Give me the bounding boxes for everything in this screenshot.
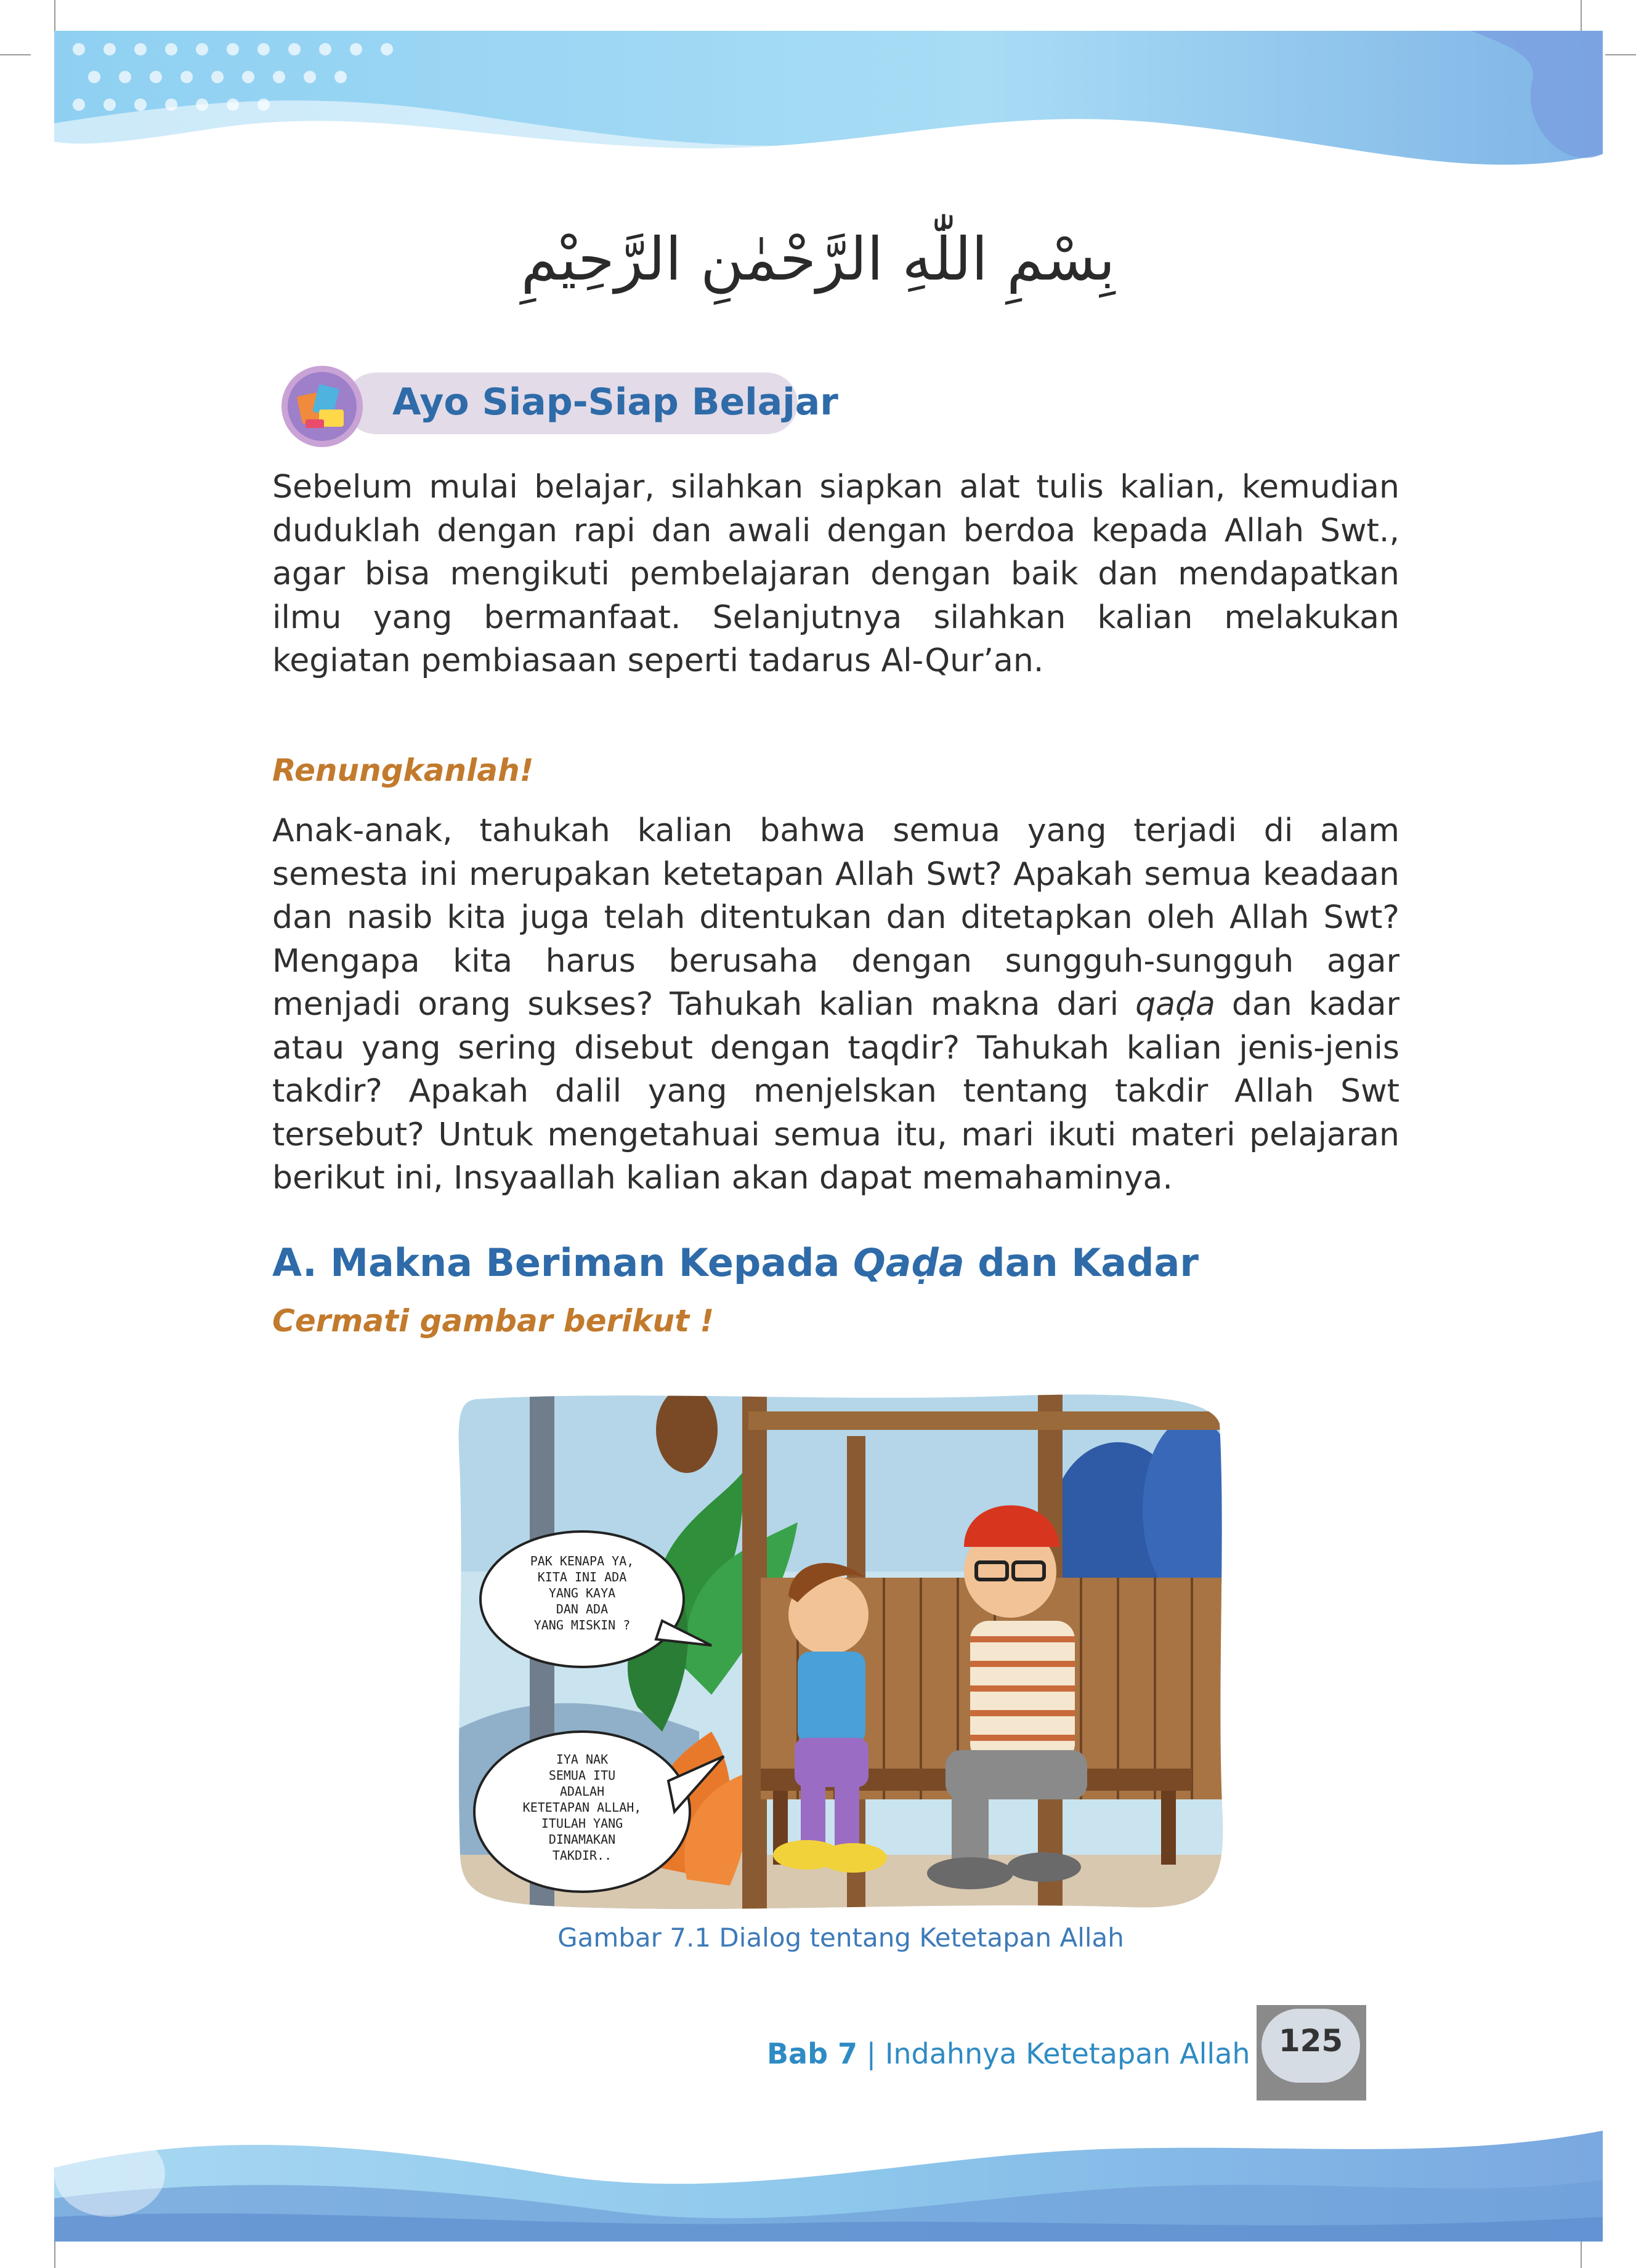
crop-mark bbox=[1581, 0, 1582, 31]
books-icon bbox=[281, 366, 363, 447]
crop-mark bbox=[0, 54, 31, 55]
crop-mark bbox=[54, 2237, 55, 2268]
bubble-2-line: IYA NAK bbox=[556, 1752, 608, 1767]
section-title: Ayo Siap-Siap Belajar bbox=[392, 381, 838, 424]
bubble-1-line: DAN ADA bbox=[556, 1602, 608, 1616]
heading-italic-term: Qaḍa bbox=[852, 1240, 965, 1285]
footer-chapter-label: Bab 7 | Indahnya Ketetapan Allah bbox=[767, 2037, 1250, 2070]
crop-mark bbox=[1581, 2237, 1582, 2268]
bubble-2-line: TAKDIR.. bbox=[553, 1848, 612, 1863]
bubble-2-line: ITULAH YANG bbox=[541, 1816, 623, 1831]
bubble-1-line: YANG MISKIN ? bbox=[534, 1618, 631, 1632]
bubble-1-line: YANG KAYA bbox=[549, 1586, 615, 1600]
reflect-paragraph: Anak-anak, tahukah kalian bahwa semua ya… bbox=[272, 809, 1399, 1200]
intro-paragraph: Sebelum mulai belajar, silahkan siapkan … bbox=[272, 469, 1399, 679]
bubble-1-line: KITA INI ADA bbox=[538, 1570, 627, 1584]
section-a-heading: A. Makna Beriman Kepada Qaḍa dan Kadar bbox=[272, 1240, 1199, 1285]
crop-mark bbox=[54, 0, 55, 31]
heading-part: A. Makna Beriman Kepada bbox=[272, 1240, 853, 1285]
figure-caption: Gambar 7.1 Dialog tentang Ketetapan Alla… bbox=[557, 1923, 1124, 1953]
bubble-2-line: SEMUA ITU bbox=[549, 1768, 615, 1783]
comic-illustration: PAK KENAPA YA, KITA INI ADA YANG KAYA DA… bbox=[458, 1394, 1223, 1909]
heading-part: dan Kadar bbox=[964, 1240, 1199, 1285]
bubble-2-line: DINAMAKAN bbox=[549, 1832, 615, 1847]
footer-wave-banner bbox=[54, 2131, 1603, 2242]
observe-subheading: Cermati gambar berikut ! bbox=[272, 1303, 715, 1339]
page-number: 125 bbox=[1278, 2023, 1343, 2059]
reflect-italic-term: qaḍa bbox=[1135, 986, 1215, 1023]
bubble-2-line: ADALAH bbox=[560, 1784, 604, 1799]
chapter-title: Indahnya Ketetapan Allah bbox=[885, 2037, 1250, 2070]
basmala-heading: بِسْمِ اللّٰهِ الرَّحْمٰنِ الرَّحِيْمِ bbox=[520, 225, 1116, 294]
chapter-separator: | bbox=[857, 2037, 885, 2070]
chapter-number: Bab 7 bbox=[767, 2037, 858, 2070]
bubble-2-line: KETETAPAN ALLAH, bbox=[523, 1800, 642, 1815]
crop-mark bbox=[1605, 54, 1636, 55]
reflect-heading: Renungkanlah! bbox=[272, 753, 534, 788]
bubble-1-line: PAK KENAPA YA, bbox=[530, 1554, 634, 1568]
header-wave-banner bbox=[54, 31, 1603, 179]
